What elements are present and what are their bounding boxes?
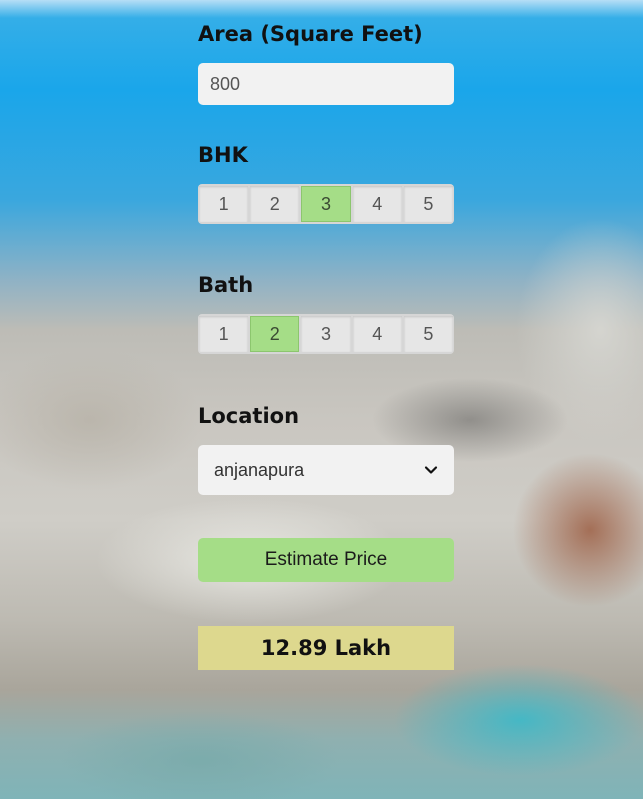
- location-label: Location: [198, 404, 300, 428]
- area-label: Area (Square Feet): [198, 22, 423, 46]
- bath-option-3[interactable]: 3: [301, 316, 351, 352]
- area-input[interactable]: [198, 63, 454, 105]
- location-select[interactable]: anjanapura: [198, 445, 454, 495]
- bhk-selector: 1 2 3 4 5: [198, 184, 454, 224]
- estimated-price-result: 12.89 Lakh: [198, 626, 454, 670]
- chevron-down-icon: [424, 466, 438, 474]
- bhk-option-3[interactable]: 3: [301, 186, 351, 222]
- bath-selector: 1 2 3 4 5: [198, 314, 454, 354]
- estimate-price-button[interactable]: Estimate Price: [198, 538, 454, 582]
- bath-option-5[interactable]: 5: [403, 316, 454, 352]
- bhk-option-1[interactable]: 1: [199, 186, 249, 222]
- bhk-option-4[interactable]: 4: [352, 186, 402, 222]
- bhk-option-2[interactable]: 2: [250, 186, 300, 222]
- bath-option-4[interactable]: 4: [352, 316, 402, 352]
- bhk-label: BHK: [198, 143, 248, 167]
- bhk-option-5[interactable]: 5: [403, 186, 454, 222]
- location-selected-value: anjanapura: [214, 459, 305, 480]
- bath-option-1[interactable]: 1: [199, 316, 249, 352]
- bath-label: Bath: [198, 273, 254, 297]
- bath-option-2[interactable]: 2: [250, 316, 300, 352]
